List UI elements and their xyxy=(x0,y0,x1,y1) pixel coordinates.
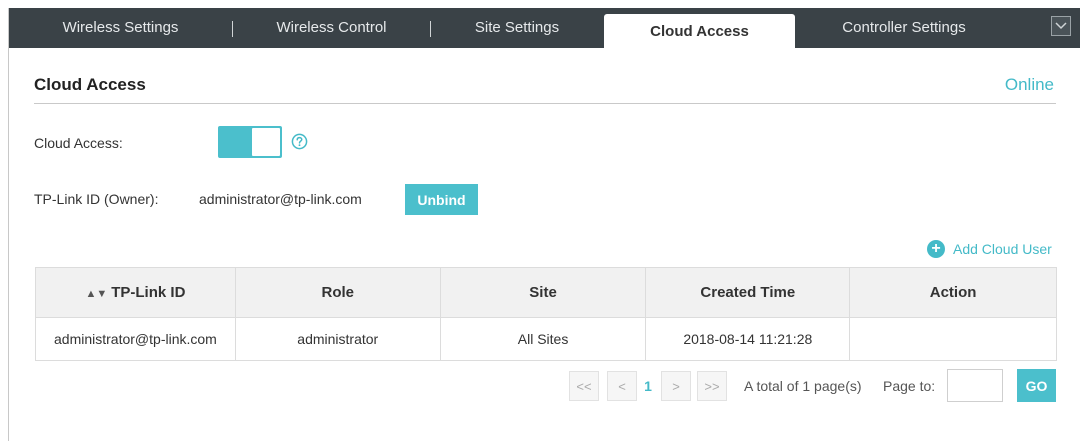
sort-icon[interactable]: ▲▼ xyxy=(85,288,107,300)
column-header-created-time: Created Time xyxy=(645,267,851,318)
tab-site-settings[interactable]: Site Settings xyxy=(431,8,603,48)
column-header-tplink-id[interactable]: ▲▼ TP-Link ID xyxy=(35,267,236,318)
header-divider xyxy=(34,103,1056,104)
owner-label: TP-Link ID (Owner): xyxy=(34,191,159,207)
table-header-row: ▲▼ TP-Link ID Role Site Created Time Acti… xyxy=(35,267,1057,318)
plus-circle-icon: + xyxy=(927,240,945,258)
chevron-down-icon xyxy=(1055,22,1067,30)
top-tab-bar: Wireless Settings Wireless Control Site … xyxy=(9,8,1080,48)
unbind-button[interactable]: Unbind xyxy=(405,184,478,215)
last-page-button[interactable]: >> xyxy=(697,371,727,401)
cloud-access-toggle[interactable] xyxy=(218,126,282,158)
tab-cloud-access[interactable]: Cloud Access xyxy=(604,14,795,48)
tab-more-dropdown[interactable] xyxy=(1051,16,1071,36)
owner-value: administrator@tp-link.com xyxy=(199,191,362,207)
tab-wireless-settings[interactable]: Wireless Settings xyxy=(9,8,232,48)
cloud-users-table: ▲▼ TP-Link ID Role Site Created Time Acti… xyxy=(35,267,1057,361)
cell-tplink-id: administrator@tp-link.com xyxy=(35,317,236,361)
prev-page-button[interactable]: < xyxy=(607,371,637,401)
cell-site: All Sites xyxy=(439,317,647,361)
column-header-label: TP-Link ID xyxy=(111,284,186,301)
add-cloud-user-button[interactable]: + Add Cloud User xyxy=(927,239,1052,259)
go-button[interactable]: GO xyxy=(1017,369,1056,402)
app-frame: Wireless Settings Wireless Control Site … xyxy=(8,8,1080,441)
page-number-current[interactable]: 1 xyxy=(637,371,659,401)
cell-action xyxy=(849,317,1057,361)
page-title: Cloud Access xyxy=(34,75,146,94)
first-page-button[interactable]: << xyxy=(569,371,599,401)
toggle-knob xyxy=(252,128,280,156)
column-header-action: Action xyxy=(849,267,1057,318)
column-header-site: Site xyxy=(439,267,647,318)
page-total-text: A total of 1 page(s) xyxy=(744,378,862,394)
tab-controller-settings[interactable]: Controller Settings xyxy=(795,8,1013,48)
page-to-input[interactable] xyxy=(947,369,1003,402)
next-page-button[interactable]: > xyxy=(661,371,691,401)
cloud-access-label: Cloud Access: xyxy=(34,135,123,151)
table-row: administrator@tp-link.com administrator … xyxy=(35,317,1057,361)
cell-role: administrator xyxy=(234,317,441,361)
page-to-label: Page to: xyxy=(883,378,936,394)
connection-status: Online xyxy=(1004,75,1054,94)
column-header-role: Role xyxy=(234,267,441,318)
cell-created-time: 2018-08-14 11:21:28 xyxy=(645,317,851,361)
help-icon[interactable] xyxy=(291,133,308,150)
tab-wireless-control[interactable]: Wireless Control xyxy=(233,8,430,48)
add-cloud-user-label: Add Cloud User xyxy=(953,241,1052,257)
